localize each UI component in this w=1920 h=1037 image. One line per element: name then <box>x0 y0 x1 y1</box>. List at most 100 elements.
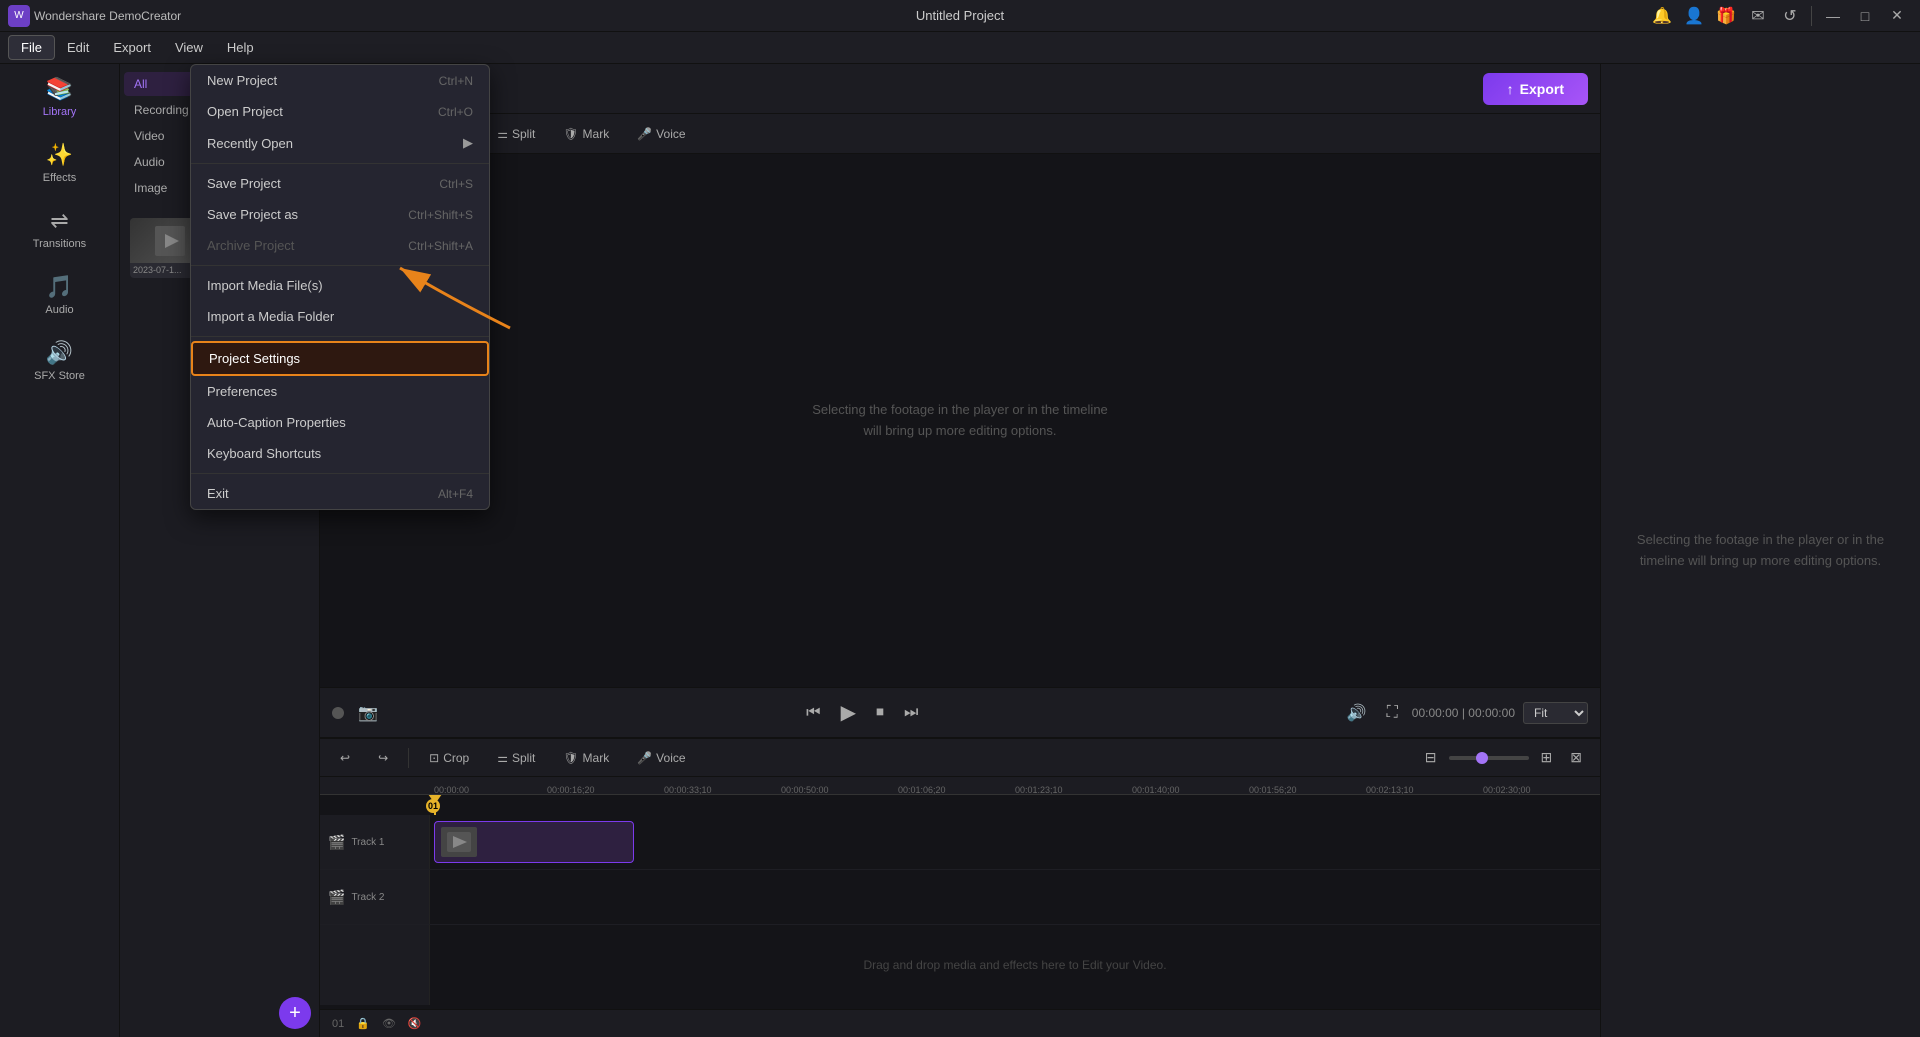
menu-open-project[interactable]: Open Project Ctrl+O <box>191 96 489 127</box>
exit-label: Exit <box>207 486 229 501</box>
zoom-in-btn[interactable]: ⊞ <box>1535 747 1559 768</box>
window-controls: 🔔 👤 🎁 ✉ ↺ — □ ✕ <box>1647 5 1920 27</box>
project-settings-label: Project Settings <box>209 351 300 366</box>
sidebar-label-library: Library <box>43 106 77 118</box>
sidebar-item-effects[interactable]: ✨ Effects <box>4 132 115 194</box>
timeline-clip-1[interactable] <box>434 821 634 863</box>
ruler-label-8: 00:02:13;10 <box>1366 785 1414 795</box>
gift-icon[interactable]: 🎁 <box>1711 5 1741 27</box>
account-icon[interactable]: 👤 <box>1679 5 1709 27</box>
timeline-split[interactable]: ⚌ Split <box>489 748 543 768</box>
timeline-voice[interactable]: 🎤 Voice <box>629 748 693 768</box>
track-icon-2: 🎬 <box>328 889 345 906</box>
sidebar-label-effects: Effects <box>43 172 76 184</box>
menu-view[interactable]: View <box>163 36 215 59</box>
time-current: 00:00:00 <box>1412 706 1459 720</box>
export-button[interactable]: ↑ Export <box>1483 73 1588 105</box>
mark-icon: 🛡 <box>563 127 578 141</box>
notification-icon[interactable]: 🔔 <box>1647 5 1677 27</box>
voice-button[interactable]: 🎤 Voice <box>629 124 693 144</box>
add-media-button[interactable]: + <box>279 997 311 1029</box>
drag-drop-text: Drag and drop media and effects here to … <box>863 958 1166 972</box>
menu-recently-open[interactable]: Recently Open ▶ <box>191 127 489 159</box>
timeline-redo[interactable]: ↪ <box>370 748 396 768</box>
playhead-row: 01 <box>320 795 1600 815</box>
toolbar: Record ▾ ↑ Export <box>320 64 1600 114</box>
eye-btn[interactable]: 👁 <box>382 1017 396 1030</box>
ruler-label-5: 00:01:23;10 <box>1015 785 1063 795</box>
voice-label: Voice <box>656 127 685 141</box>
right-panel-placeholder: Selecting the footage in the player or i… <box>1601 510 1920 592</box>
titlebar-left: W Wondershare DemoCreator <box>0 5 181 27</box>
time-total: 00:00:00 <box>1468 706 1515 720</box>
mark-button[interactable]: 🛡 Mark <box>555 124 617 144</box>
menu-help[interactable]: Help <box>215 36 266 59</box>
menu-save-project[interactable]: Save Project Ctrl+S <box>191 168 489 199</box>
preview-controls: 📷 ⏮ ▶ ⏹ ⏭ 🔊 ⛶ 00:00:00 | 00:00:00 Fit 25… <box>320 687 1600 737</box>
menu-file[interactable]: File <box>8 35 55 60</box>
menu-import-folder[interactable]: Import a Media Folder <box>191 301 489 332</box>
maximize-btn[interactable]: □ <box>1850 5 1880 27</box>
fullscreen-btn[interactable]: ⛶ <box>1381 700 1404 726</box>
sidebar-label-audio: Audio <box>45 304 73 316</box>
track-content-2[interactable] <box>430 870 1600 924</box>
timeline-toolbar: ↩ ↪ ⊡ Crop ⚌ Split 🛡 Mark 🎤 Voice ⊟ ⊞ ⊠ <box>320 739 1600 777</box>
menu-keyboard-shortcuts[interactable]: Keyboard Shortcuts <box>191 438 489 469</box>
menu-auto-caption[interactable]: Auto-Caption Properties <box>191 407 489 438</box>
archive-project-shortcut: Ctrl+Shift+A <box>408 239 473 253</box>
minimize-btn[interactable]: — <box>1818 5 1848 27</box>
close-btn[interactable]: ✕ <box>1882 5 1912 27</box>
time-display: 00:00:00 | 00:00:00 <box>1412 706 1515 720</box>
sidebar-item-sfx[interactable]: 🔊 SFX Store <box>4 330 115 392</box>
playhead-marker[interactable]: 01 <box>426 799 440 813</box>
timeline-undo[interactable]: ↩ <box>332 748 358 768</box>
menu-import-media[interactable]: Import Media File(s) <box>191 270 489 301</box>
sidebar-label-transitions: Transitions <box>33 238 86 250</box>
menu-project-settings[interactable]: Project Settings <box>191 341 489 376</box>
library-icon: 📚 <box>46 76 73 102</box>
save-project-as-shortcut: Ctrl+Shift+S <box>408 208 473 222</box>
prev-frame-btn[interactable]: ⏮ <box>800 700 826 726</box>
menu-new-project[interactable]: New Project Ctrl+N <box>191 65 489 96</box>
mute-btn[interactable]: 🔇 <box>408 1017 422 1030</box>
menu-preferences[interactable]: Preferences <box>191 376 489 407</box>
split-button[interactable]: ⚌ Split <box>489 124 543 144</box>
ruler-label-6: 00:01:40;00 <box>1132 785 1180 795</box>
sidebar-item-transitions[interactable]: ⇌ Transitions <box>4 198 115 260</box>
drag-drop-row: Drag and drop media and effects here to … <box>320 925 1600 1005</box>
mail-icon[interactable]: ✉ <box>1743 5 1773 27</box>
menu-bar: File Edit Export View Help <box>0 32 1920 64</box>
menu-edit[interactable]: Edit <box>55 36 101 59</box>
sidebar-item-audio[interactable]: 🎵 Audio <box>4 264 115 326</box>
volume-btn[interactable]: 🔊 <box>1341 699 1373 727</box>
timeline-area: ↩ ↪ ⊡ Crop ⚌ Split 🛡 Mark 🎤 Voice ⊟ ⊞ ⊠ <box>320 737 1600 1037</box>
mark-label: Mark <box>583 127 610 141</box>
timeline-crop[interactable]: ⊡ Crop <box>421 748 477 768</box>
menu-exit[interactable]: Exit Alt+F4 <box>191 478 489 509</box>
track-row-1: 🎬 Track 1 <box>320 815 1600 870</box>
timeline-mark[interactable]: 🛡 Mark <box>555 748 617 768</box>
zoom-fit-btn[interactable]: ⊠ <box>1564 747 1588 768</box>
zoom-out-btn[interactable]: ⊟ <box>1419 747 1443 768</box>
menu-save-project-as[interactable]: Save Project as Ctrl+Shift+S <box>191 199 489 230</box>
play-btn[interactable]: ▶ <box>835 696 862 729</box>
tl-sep <box>408 748 409 768</box>
refresh-icon[interactable]: ↺ <box>1775 5 1805 27</box>
zoom-slider[interactable] <box>1449 756 1529 760</box>
ruler-label-1: 00:00:16;20 <box>547 785 595 795</box>
dd-sep-2 <box>191 265 489 266</box>
lock-btn[interactable]: 🔒 <box>356 1017 370 1030</box>
track-content-1[interactable] <box>430 815 1600 869</box>
track-row-2: 🎬 Track 2 <box>320 870 1600 925</box>
stop-btn[interactable]: ⏹ <box>870 700 890 726</box>
next-frame-btn[interactable]: ⏭ <box>898 700 924 726</box>
fit-select[interactable]: Fit 25% 50% 75% 100% <box>1523 702 1588 724</box>
menu-export[interactable]: Export <box>101 36 163 59</box>
ruler-label-3: 00:00:50:00 <box>781 785 829 795</box>
sidebar-item-library[interactable]: 📚 Library <box>4 66 115 128</box>
snapshot-btn[interactable]: 📷 <box>352 699 384 727</box>
ruler-label-7: 00:01:56;20 <box>1249 785 1297 795</box>
timeline-ruler: 00:00:00 00:00:16;20 00:00:33;10 00:00:5… <box>320 777 1600 795</box>
titlebar: W Wondershare DemoCreator Untitled Proje… <box>0 0 1920 32</box>
preview-placeholder: Selecting the footage in the player or i… <box>810 400 1110 442</box>
